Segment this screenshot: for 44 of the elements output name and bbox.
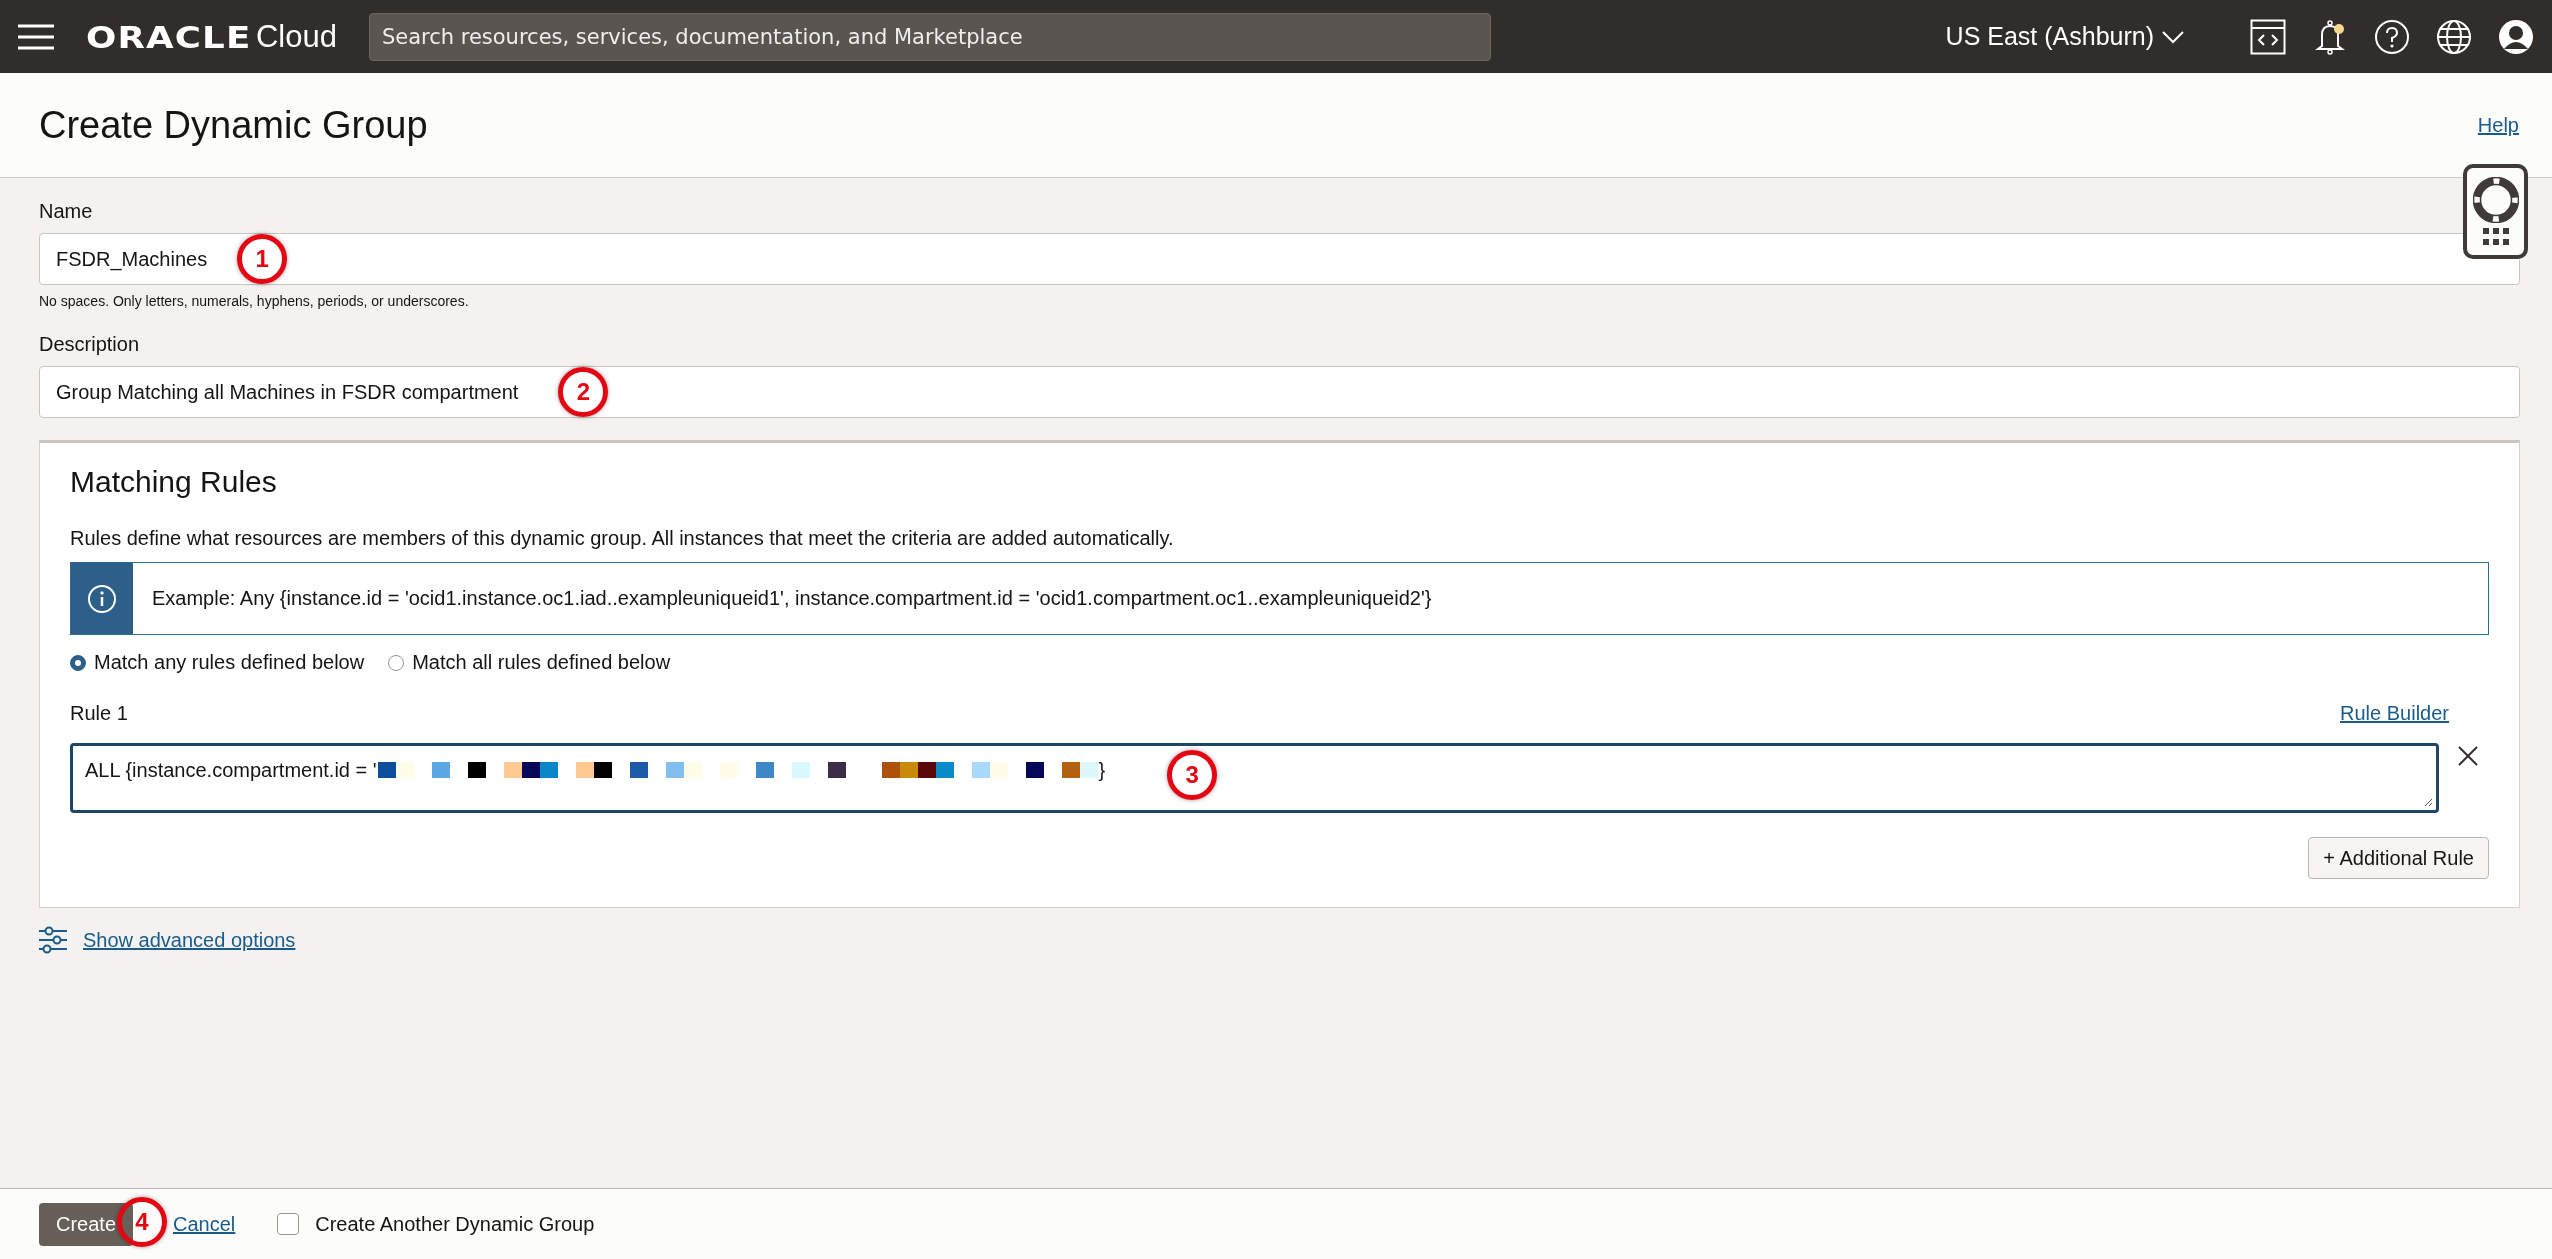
avatar-icon[interactable] bbox=[2498, 18, 2534, 55]
close-icon[interactable] bbox=[2457, 745, 2479, 767]
logo-wordmark[interactable]: ORACLE bbox=[86, 18, 252, 55]
section-description: Rules define what resources are members of this dynamic group. All instances that meet the criteria are added automatically. bbox=[70, 527, 1175, 550]
example-text: Example: Any {instance.id = 'ocid1.instance.oc1.iad..exampleuniqueid1', instance.compartment.id = 'ocid1.compartment.oc1..exampleuniqueid2'} bbox=[151, 586, 1432, 611]
text-field[interactable]: Group Matching all Machines in FSDR compartment 2 bbox=[39, 366, 2520, 418]
rule-label: Rule 1 bbox=[70, 702, 128, 725]
region-selector[interactable]: US East (Ashburn) bbox=[1945, 22, 2184, 51]
callout-marker: 1 bbox=[237, 234, 288, 284]
callout-marker: 4 bbox=[117, 1196, 167, 1247]
help-icon[interactable] bbox=[2374, 18, 2410, 55]
sliders-icon[interactable] bbox=[39, 926, 67, 954]
cancel-link[interactable]: Cancel bbox=[173, 1212, 236, 1236]
additional-rule-button[interactable]: + Additional Rule bbox=[2308, 837, 2489, 879]
radio-option[interactable]: Match all rules defined below bbox=[388, 651, 671, 674]
help-link[interactable]: Help bbox=[2477, 113, 2519, 137]
resize-handle-icon[interactable] bbox=[2423, 797, 2433, 807]
info-icon bbox=[87, 583, 117, 614]
radio-icon[interactable] bbox=[388, 654, 405, 671]
rule-builder-link[interactable]: Rule Builder bbox=[2340, 702, 2449, 725]
section-title: Matching Rules bbox=[70, 465, 278, 499]
radio-icon[interactable] bbox=[70, 654, 86, 671]
lifebuoy-icon[interactable] bbox=[2472, 176, 2519, 223]
menu-icon[interactable] bbox=[18, 23, 54, 50]
field-hint: No spaces. Only letters, numerals, hyphens, periods, or underscores. bbox=[39, 293, 470, 309]
product-name: Cloud bbox=[255, 18, 337, 55]
callout-marker: 3 bbox=[1167, 750, 1218, 800]
field-label: Description bbox=[39, 333, 141, 356]
callout-marker: 2 bbox=[558, 367, 609, 417]
help-widget[interactable] bbox=[2463, 164, 2528, 259]
code-editor-icon[interactable] bbox=[2250, 18, 2286, 55]
field-label: Name bbox=[39, 200, 94, 223]
checkbox-label: Create Another Dynamic Group bbox=[315, 1212, 595, 1236]
chevron-down-icon[interactable] bbox=[2162, 29, 2184, 44]
advanced-options-link[interactable]: Show advanced options bbox=[83, 928, 296, 952]
radio-option[interactable]: Match any rules defined below bbox=[70, 651, 365, 674]
search-field[interactable]: Search resources, services, documentation, and Marketplace bbox=[368, 12, 1491, 61]
page-title: Create Dynamic Group bbox=[39, 103, 428, 147]
text-field[interactable]: FSDR_Machines 1 bbox=[39, 233, 2520, 285]
checkbox[interactable] bbox=[277, 1213, 300, 1235]
grid-icon[interactable] bbox=[2482, 228, 2509, 247]
create-button[interactable]: Create bbox=[39, 1202, 133, 1246]
rule-field[interactable]: ALL {instance.compartment.id = ' } 3 bbox=[70, 743, 2439, 813]
globe-icon[interactable] bbox=[2436, 18, 2472, 55]
